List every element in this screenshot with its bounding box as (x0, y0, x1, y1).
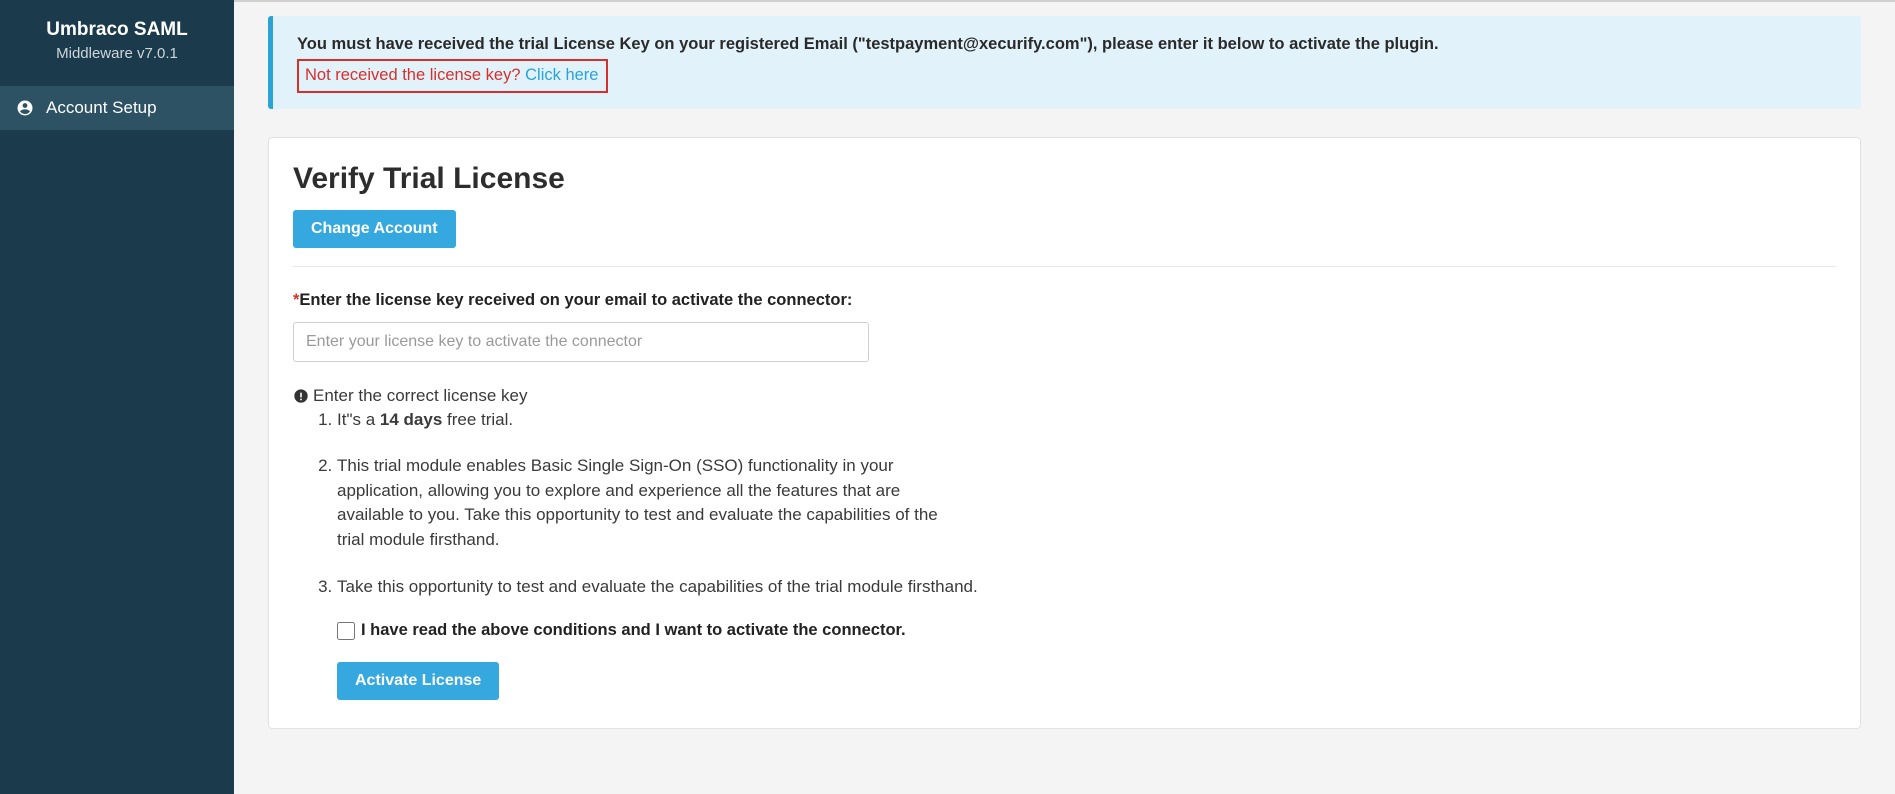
alert-question: Not received the license key? (305, 66, 525, 84)
resend-license-link[interactable]: Click here (525, 66, 598, 84)
consent-checkbox[interactable] (337, 622, 355, 640)
warn-text: Enter the correct license key (313, 386, 527, 406)
info-list: It"s a 14 days free trial. This trial mo… (337, 408, 1836, 600)
change-account-button[interactable]: Change Account (293, 210, 456, 248)
main-content: You must have received the trial License… (234, 0, 1895, 794)
consent-label: I have read the above conditions and I w… (361, 621, 906, 640)
alert-highlight-box: Not received the license key? Click here (297, 59, 608, 93)
alert-main-text: You must have received the trial License… (297, 32, 1841, 57)
divider (293, 266, 1836, 267)
warn-line: Enter the correct license key (293, 386, 1836, 406)
exclamation-circle-icon (293, 388, 309, 404)
app-version: Middleware v7.0.1 (20, 45, 214, 62)
sidebar: Umbraco SAML Middleware v7.0.1 Account S… (0, 0, 234, 794)
sidebar-item-label: Account Setup (46, 98, 157, 118)
info-item-3: Take this opportunity to test and evalua… (337, 575, 1017, 600)
sidebar-header: Umbraco SAML Middleware v7.0.1 (0, 18, 234, 86)
info-alert: You must have received the trial License… (268, 16, 1861, 109)
user-circle-icon (16, 99, 34, 117)
card-title: Verify Trial License (293, 162, 1836, 196)
sidebar-item-account-setup[interactable]: Account Setup (0, 86, 234, 130)
info-item-1: It"s a 14 days free trial. (337, 408, 947, 433)
verify-license-card: Verify Trial License Change Account *Ent… (268, 137, 1861, 730)
license-key-input[interactable] (293, 322, 869, 362)
activate-license-button[interactable]: Activate License (337, 662, 499, 700)
license-field-label-text: Enter the license key received on your e… (299, 291, 852, 309)
app-title: Umbraco SAML (20, 18, 214, 43)
consent-row: I have read the above conditions and I w… (337, 621, 1836, 640)
info-item-2: This trial module enables Basic Single S… (337, 454, 947, 553)
license-field-label: *Enter the license key received on your … (293, 291, 1836, 310)
